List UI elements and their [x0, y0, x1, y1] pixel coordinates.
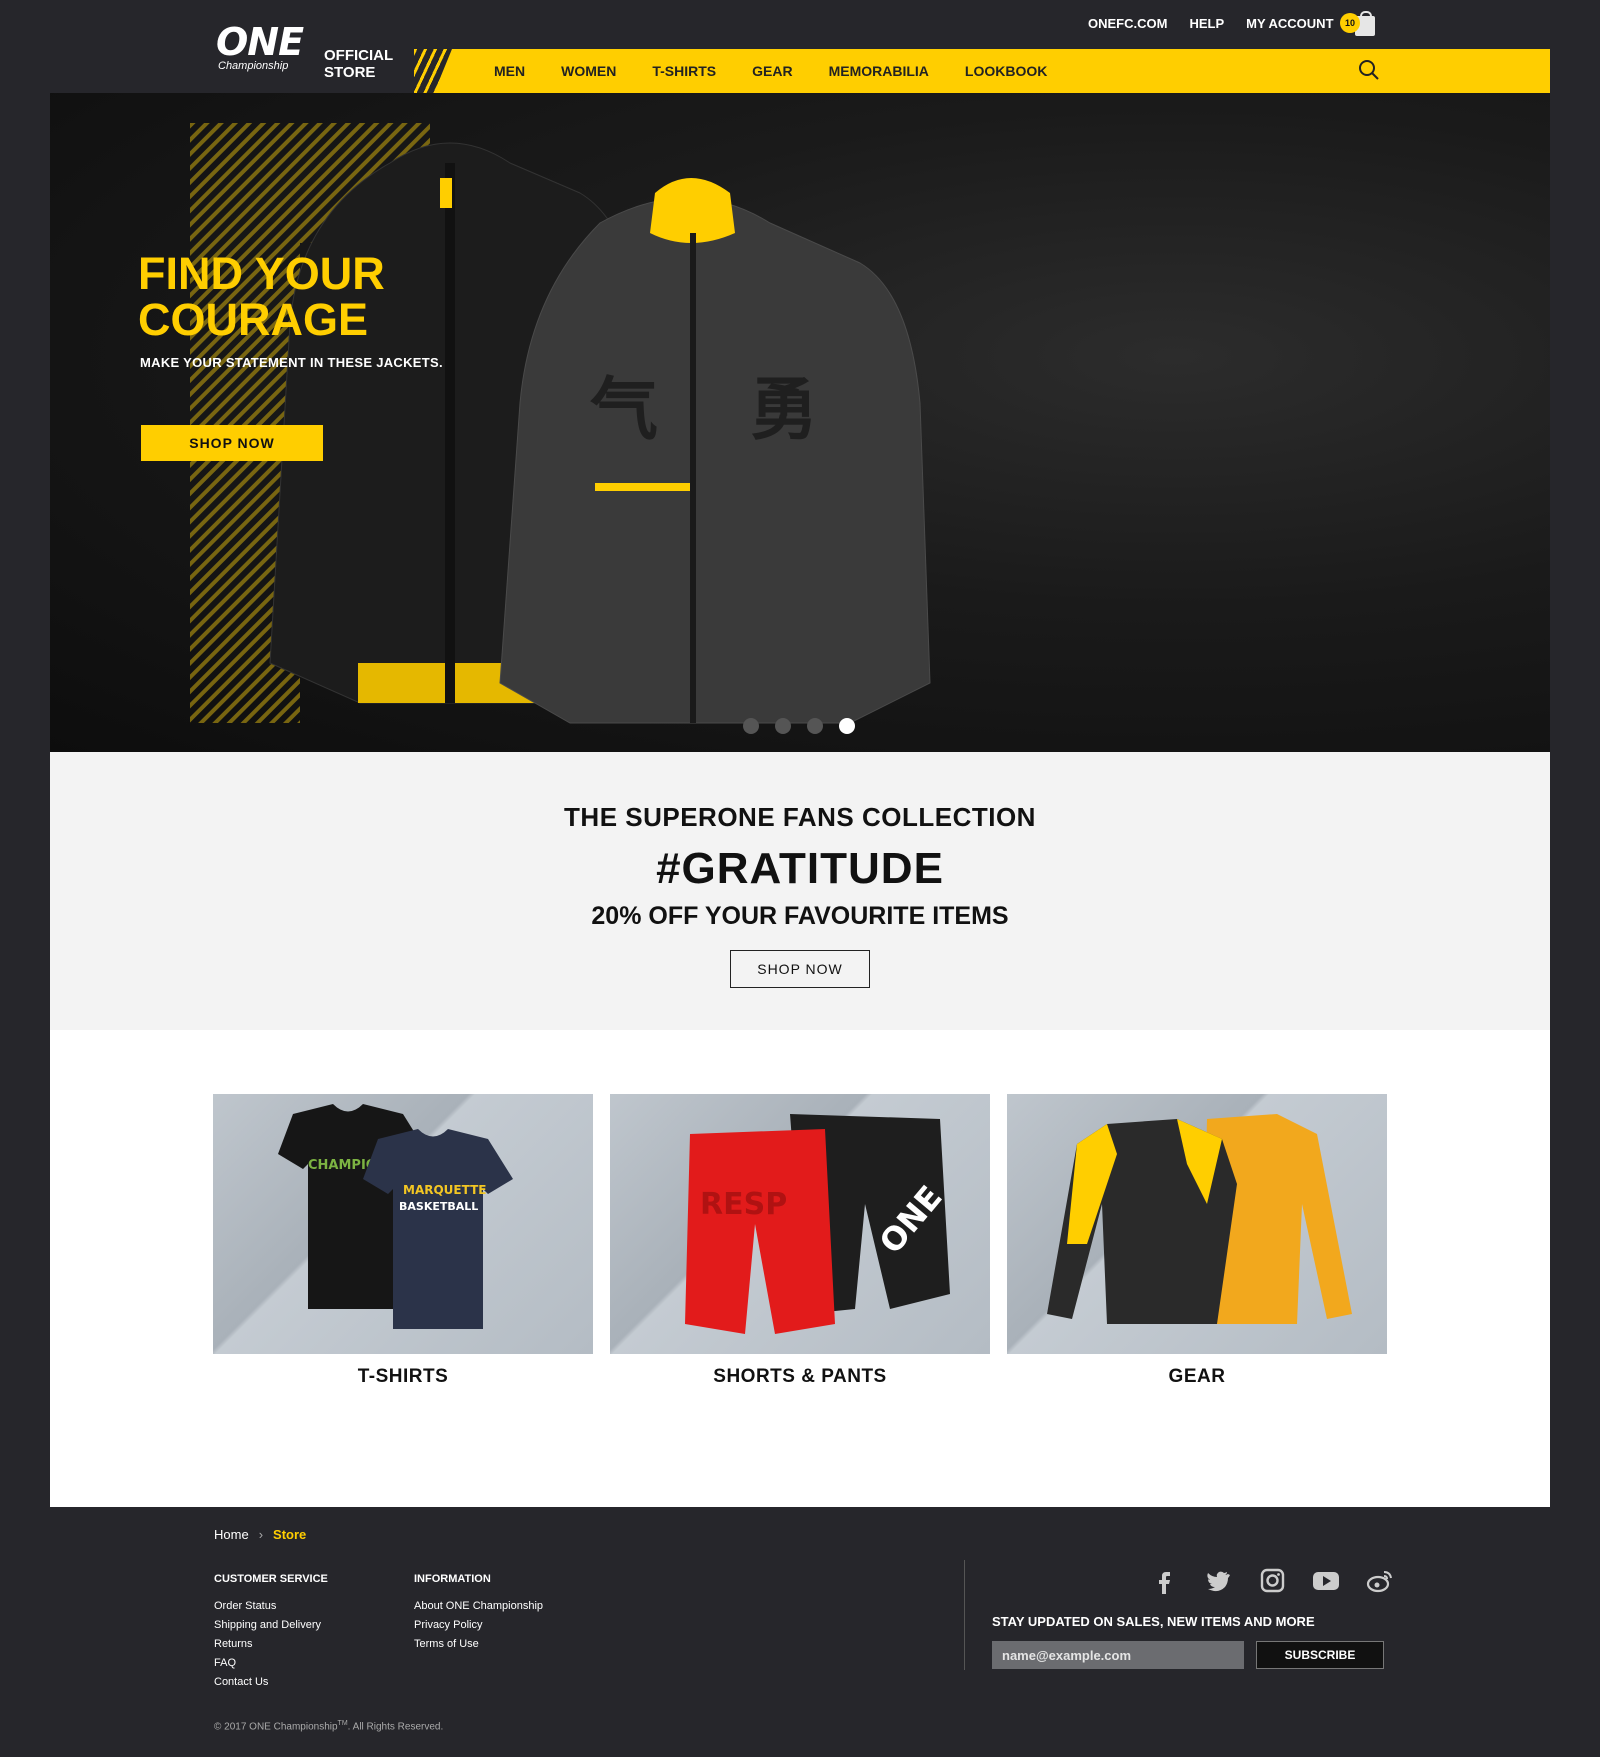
- footer-customer-service: CUSTOMER SERVICE Order Status Shipping a…: [214, 1570, 328, 1692]
- footer-link-terms[interactable]: Terms of Use: [414, 1635, 543, 1654]
- search-icon[interactable]: [1358, 59, 1380, 81]
- social-links: [1150, 1568, 1394, 1594]
- category-card-tshirts[interactable]: CHAMPIONS MARQUETTE BASKETBALL T-SHIRTS: [213, 1094, 593, 1388]
- carousel-dot-4[interactable]: [839, 718, 855, 734]
- footer-link-privacy[interactable]: Privacy Policy: [414, 1616, 543, 1635]
- youtube-icon[interactable]: [1312, 1568, 1340, 1594]
- svg-text:勇: 勇: [750, 371, 818, 450]
- footer-link-faq[interactable]: FAQ: [214, 1654, 328, 1673]
- information-heading: INFORMATION: [414, 1573, 491, 1585]
- nav-item-men[interactable]: MEN: [494, 63, 525, 79]
- carousel-dots: [743, 718, 855, 734]
- category-label-gear: GEAR: [1168, 1366, 1226, 1387]
- one-championship-logo[interactable]: ONE Championship: [216, 20, 306, 80]
- breadcrumb-current: Store: [273, 1527, 307, 1542]
- footer-link-shipping[interactable]: Shipping and Delivery: [214, 1616, 328, 1635]
- hero-title: FIND YOUR COURAGE: [138, 251, 385, 343]
- nav-item-women[interactable]: WOMEN: [561, 63, 616, 79]
- promo-banner: THE SUPERONE FANS COLLECTION #GRATITUDE …: [50, 752, 1550, 1030]
- breadcrumb: Home › Store: [214, 1527, 306, 1542]
- svg-text:气: 气: [590, 371, 658, 450]
- store-line2: STORE: [324, 64, 376, 81]
- onefc-link[interactable]: ONEFC.COM: [1088, 16, 1167, 31]
- subscribe-button[interactable]: SUBSCRIBE: [1256, 1641, 1384, 1669]
- category-image-shorts-pants: RESP ONE: [610, 1094, 990, 1354]
- twitter-icon[interactable]: [1204, 1568, 1232, 1594]
- hero-title-line2: COURAGE: [138, 294, 369, 345]
- footer-link-order-status[interactable]: Order Status: [214, 1597, 328, 1616]
- footer-link-contact[interactable]: Contact Us: [214, 1673, 328, 1692]
- help-link[interactable]: HELP: [1189, 16, 1224, 31]
- footer-information: INFORMATION About ONE Championship Priva…: [414, 1570, 543, 1654]
- category-image-tshirts: CHAMPIONS MARQUETTE BASKETBALL: [213, 1094, 593, 1354]
- instagram-icon[interactable]: [1258, 1568, 1286, 1594]
- utility-nav: ONEFC.COM HELP MY ACCOUNT: [1088, 16, 1334, 31]
- main-nav: MEN WOMEN T-SHIRTS GEAR MEMORABILIA LOOK…: [494, 49, 1047, 93]
- category-card-shorts-pants[interactable]: RESP ONE SHORTS & PANTS: [610, 1094, 990, 1388]
- nav-item-memorabilia[interactable]: MEMORABILIA: [829, 63, 929, 79]
- main-nav-bar: MEN WOMEN T-SHIRTS GEAR MEMORABILIA LOOK…: [434, 49, 1550, 93]
- category-card-gear[interactable]: GEAR: [1007, 1094, 1387, 1388]
- footer-link-about[interactable]: About ONE Championship: [414, 1597, 543, 1616]
- category-image-gear: [1007, 1094, 1387, 1354]
- footer-divider: [964, 1560, 965, 1670]
- store-line1: OFFICIAL: [324, 47, 394, 64]
- nav-item-tshirts[interactable]: T-SHIRTS: [652, 63, 716, 79]
- trademark-mark: TM: [337, 1720, 348, 1727]
- official-store-label: OFFICIAL STORE: [324, 47, 393, 81]
- svg-text:BASKETBALL: BASKETBALL: [399, 1200, 478, 1213]
- logo-text: ONE: [216, 20, 304, 64]
- hero-shop-now-button[interactable]: SHOP NOW: [141, 425, 323, 461]
- my-account-link[interactable]: MY ACCOUNT: [1246, 16, 1333, 31]
- promo-discount: 20% OFF YOUR FAVOURITE ITEMS: [591, 902, 1009, 930]
- promo-shop-now-button[interactable]: SHOP NOW: [730, 950, 870, 988]
- copyright-rest: . All Rights Reserved.: [347, 1721, 444, 1733]
- promo-hashtag: #GRATITUDE: [656, 844, 944, 893]
- weibo-icon[interactable]: [1366, 1568, 1394, 1594]
- carousel-dot-3[interactable]: [807, 718, 823, 734]
- facebook-icon[interactable]: [1150, 1568, 1178, 1594]
- nav-item-gear[interactable]: GEAR: [752, 63, 792, 79]
- nav-item-lookbook[interactable]: LOOKBOOK: [965, 63, 1047, 79]
- copyright-text: © 2017 ONE Championship: [214, 1721, 338, 1733]
- customer-service-heading: CUSTOMER SERVICE: [214, 1573, 328, 1585]
- newsletter-email-input[interactable]: [992, 1641, 1244, 1669]
- carousel-dot-1[interactable]: [743, 718, 759, 734]
- hero-jackets-image: 勇 气: [269, 142, 931, 724]
- copyright: © 2017 ONE ChampionshipTM. All Rights Re…: [214, 1720, 443, 1732]
- cart-count-badge: 10: [1340, 13, 1360, 33]
- promo-collection-title: THE SUPERONE FANS COLLECTION: [564, 802, 1036, 832]
- category-grid: CHAMPIONS MARQUETTE BASKETBALL T-SHIRTS …: [50, 1030, 1550, 1507]
- svg-text:RESP: RESP: [700, 1187, 787, 1222]
- breadcrumb-separator-icon: ›: [258, 1527, 264, 1542]
- carousel-dot-2[interactable]: [775, 718, 791, 734]
- svg-text:MARQUETTE: MARQUETTE: [403, 1183, 486, 1197]
- hero-subtitle: MAKE YOUR STATEMENT IN THESE JACKETS.: [140, 355, 443, 370]
- footer-link-returns[interactable]: Returns: [214, 1635, 328, 1654]
- category-label-shorts-pants: SHORTS & PANTS: [713, 1366, 887, 1387]
- hero-banner: 勇 气 FIND YOUR COURAGE MAKE YOUR STATEMEN…: [50, 93, 1550, 752]
- breadcrumb-home[interactable]: Home: [214, 1527, 249, 1542]
- hero-title-line1: FIND YOUR: [138, 248, 385, 299]
- newsletter-title: STAY UPDATED ON SALES, NEW ITEMS AND MOR…: [992, 1614, 1315, 1629]
- category-label-tshirts: T-SHIRTS: [357, 1366, 449, 1387]
- cart-icon[interactable]: 10: [1340, 10, 1380, 38]
